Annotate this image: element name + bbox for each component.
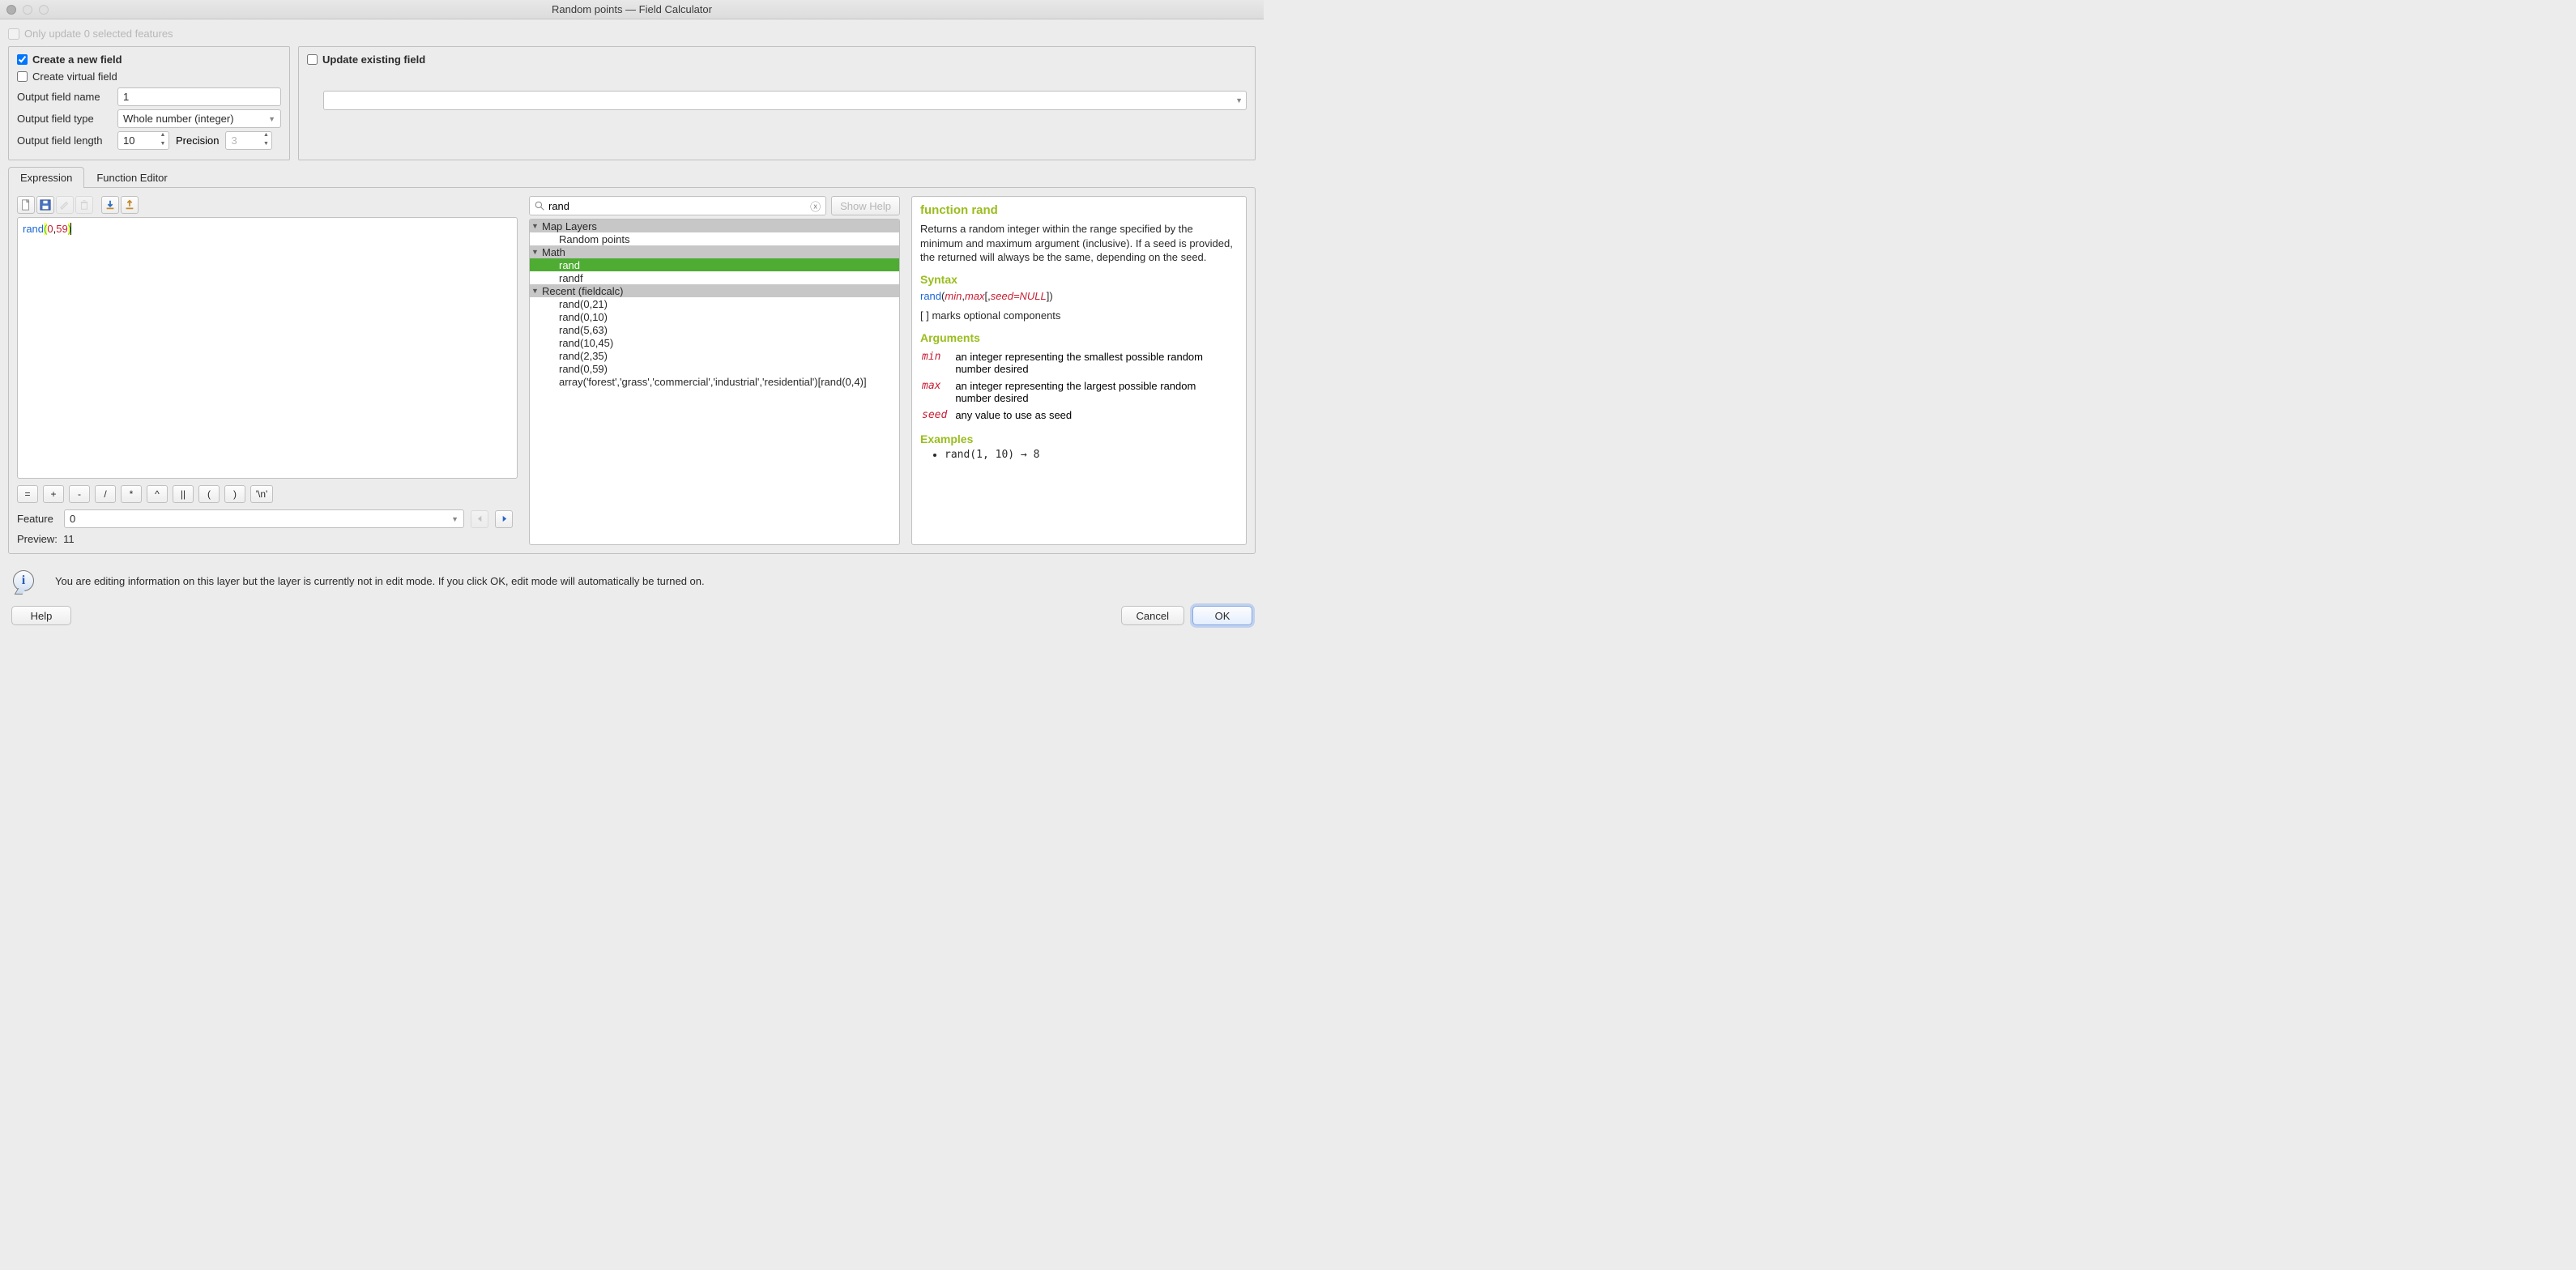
- tree-item-rand[interactable]: rand: [530, 258, 899, 271]
- help-optional-note: [ ] marks optional components: [920, 309, 1238, 323]
- export-icon[interactable]: [121, 196, 139, 214]
- op-mul[interactable]: *: [121, 485, 142, 503]
- help-description: Returns a random integer within the rang…: [920, 222, 1238, 265]
- expression-editor[interactable]: rand(0,59): [17, 217, 518, 479]
- tabs: Expression Function Editor: [8, 167, 1256, 188]
- preview-value: 11: [63, 533, 75, 545]
- show-help-button: Show Help: [831, 196, 900, 215]
- op-plus[interactable]: +: [43, 485, 64, 503]
- cancel-button[interactable]: Cancel: [1121, 606, 1184, 625]
- chevron-down-icon: ▼: [268, 115, 275, 123]
- search-input[interactable]: [548, 200, 810, 212]
- chevron-down-icon: ▼: [531, 222, 540, 230]
- op-concat[interactable]: ||: [173, 485, 194, 503]
- tree-item[interactable]: Random points: [530, 232, 899, 245]
- operator-row: = + - / * ^ || ( ) '\n': [17, 485, 518, 503]
- tab-expression[interactable]: Expression: [8, 167, 84, 188]
- feature-next-button[interactable]: [495, 510, 513, 528]
- function-tree[interactable]: ▼Map Layers Random points ▼Math rand ran…: [529, 219, 900, 545]
- new-field-panel: Create a new field Create virtual field …: [8, 46, 290, 160]
- info-text: You are editing information on this laye…: [55, 575, 705, 587]
- output-type-label: Output field type: [17, 113, 111, 125]
- help-syntax: rand(min,max[,seed=NULL]): [920, 289, 1238, 305]
- spin-up-icon[interactable]: ▲: [157, 132, 168, 141]
- spin-up-icon: ▲: [260, 132, 271, 141]
- existing-field-select[interactable]: ▼: [323, 91, 1247, 110]
- preview-label: Preview:: [17, 533, 58, 545]
- tree-item-randf[interactable]: randf: [530, 271, 899, 284]
- window-controls: [6, 5, 49, 15]
- output-name-label: Output field name: [17, 91, 111, 103]
- tree-item[interactable]: rand(0,10): [530, 310, 899, 323]
- help-button[interactable]: Help: [11, 606, 71, 625]
- create-virtual-field-label: Create virtual field: [32, 70, 117, 83]
- op-rparen[interactable]: ): [224, 485, 245, 503]
- update-field-panel: Update existing field ▼: [298, 46, 1256, 160]
- help-syntax-title: Syntax: [920, 273, 1238, 286]
- tree-item[interactable]: rand(0,59): [530, 362, 899, 375]
- edit-icon: [56, 196, 74, 214]
- output-length-label: Output field length: [17, 134, 111, 147]
- help-args-table: minan integer representing the smallest …: [920, 347, 1238, 424]
- op-lparen[interactable]: (: [198, 485, 220, 503]
- update-existing-checkbox[interactable]: [307, 54, 318, 65]
- tree-item[interactable]: rand(0,21): [530, 297, 899, 310]
- tree-group-recent[interactable]: ▼Recent (fieldcalc): [530, 284, 899, 297]
- info-icon: i: [13, 570, 34, 591]
- feature-value: 0: [70, 513, 75, 525]
- op-newline[interactable]: '\n': [250, 485, 273, 503]
- chevron-down-icon: ▼: [1235, 96, 1243, 104]
- chevron-down-icon: ▼: [531, 248, 540, 256]
- maximize-icon[interactable]: [39, 5, 49, 15]
- expression-toolbar: [17, 196, 518, 214]
- only-update-selected-checkbox: [8, 28, 19, 40]
- op-minus[interactable]: -: [69, 485, 90, 503]
- minimize-icon[interactable]: [23, 5, 32, 15]
- tree-group-math[interactable]: ▼Math: [530, 245, 899, 258]
- create-virtual-field-checkbox[interactable]: [17, 71, 28, 82]
- help-title: function rand: [920, 203, 1238, 217]
- window-title: Random points — Field Calculator: [49, 3, 1215, 15]
- new-file-icon[interactable]: [17, 196, 35, 214]
- create-new-field-checkbox[interactable]: [17, 54, 28, 65]
- output-name-input[interactable]: [117, 87, 281, 106]
- import-icon[interactable]: [101, 196, 119, 214]
- output-type-select[interactable]: Whole number (integer) ▼: [117, 109, 281, 128]
- title-bar: Random points — Field Calculator: [0, 0, 1264, 19]
- feature-prev-button: [471, 510, 488, 528]
- precision-label: Precision: [176, 134, 219, 147]
- tree-item[interactable]: array('forest','grass','commercial','ind…: [530, 375, 899, 388]
- help-examples-title: Examples: [920, 433, 1238, 445]
- feature-label: Feature: [17, 513, 58, 525]
- delete-icon: [75, 196, 93, 214]
- tab-function-editor[interactable]: Function Editor: [84, 167, 179, 188]
- help-example: rand(1, 10) → 8: [945, 449, 1238, 461]
- tree-item[interactable]: rand(10,45): [530, 336, 899, 349]
- clear-icon[interactable]: ⓧ: [810, 198, 821, 214]
- op-div[interactable]: /: [95, 485, 116, 503]
- close-icon[interactable]: [6, 5, 16, 15]
- help-panel: function rand Returns a random integer w…: [911, 196, 1247, 545]
- tree-item[interactable]: rand(2,35): [530, 349, 899, 362]
- output-type-value: Whole number (integer): [123, 113, 234, 125]
- create-new-field-label: Create a new field: [32, 53, 122, 66]
- op-pow[interactable]: ^: [147, 485, 168, 503]
- tree-item[interactable]: rand(5,63): [530, 323, 899, 336]
- feature-select[interactable]: 0 ▼: [64, 509, 464, 528]
- help-args-title: Arguments: [920, 331, 1238, 344]
- tree-group-map-layers[interactable]: ▼Map Layers: [530, 219, 899, 232]
- chevron-down-icon: ▼: [451, 515, 458, 523]
- search-input-wrapper[interactable]: ⓧ: [529, 196, 826, 215]
- spin-down-icon: ▼: [260, 141, 271, 150]
- chevron-down-icon: ▼: [531, 287, 540, 295]
- search-icon: [535, 201, 545, 211]
- only-update-selected-label: Only update 0 selected features: [24, 28, 173, 40]
- only-update-selected-row: Only update 0 selected features: [8, 28, 1256, 40]
- ok-button[interactable]: OK: [1192, 606, 1252, 625]
- spin-down-icon[interactable]: ▼: [157, 141, 168, 150]
- save-icon[interactable]: [36, 196, 54, 214]
- op-eq[interactable]: =: [17, 485, 38, 503]
- update-existing-label: Update existing field: [322, 53, 425, 66]
